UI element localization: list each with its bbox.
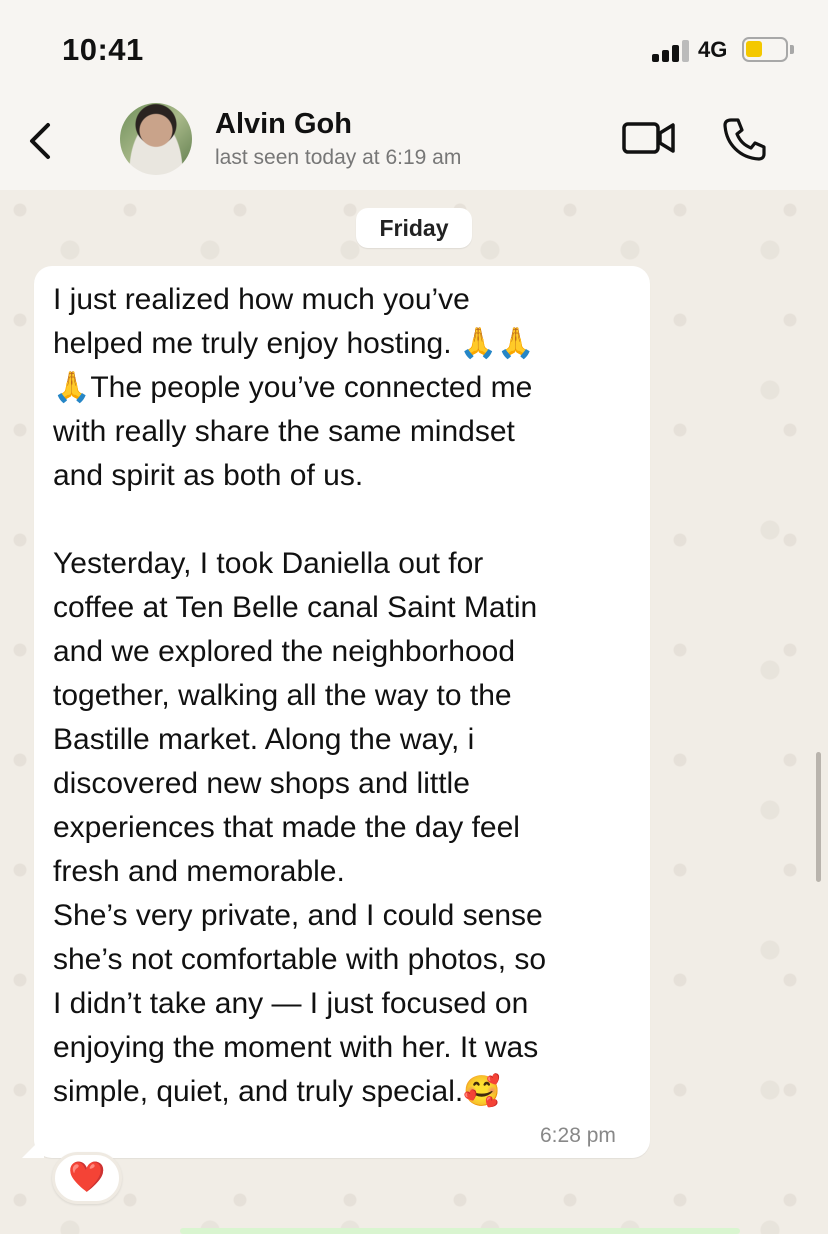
contact-name[interactable]: Alvin Goh xyxy=(215,108,352,141)
date-separator: Friday xyxy=(356,208,472,248)
bubble-tail xyxy=(22,1136,44,1158)
chat-header: Alvin Goh last seen today at 6:19 am xyxy=(0,95,828,190)
bottom-strip xyxy=(180,1228,740,1234)
message-timestamp: 6:28 pm xyxy=(540,1124,616,1147)
network-type: 4G xyxy=(698,37,728,62)
status-time: 10:41 xyxy=(62,32,144,67)
message-text: I just realized how much you’ve helped m… xyxy=(53,283,547,1108)
battery-icon xyxy=(742,37,794,62)
phone-icon[interactable] xyxy=(722,117,766,161)
signal-icon xyxy=(652,40,690,62)
last-seen-status: last seen today at 6:19 am xyxy=(215,146,462,169)
heart-reaction[interactable]: ❤️ xyxy=(52,1152,122,1204)
avatar[interactable] xyxy=(120,103,192,175)
chevron-left-icon[interactable] xyxy=(24,119,60,163)
scrollbar[interactable] xyxy=(816,752,821,882)
status-bar: 10:41 4G xyxy=(0,0,828,95)
video-camera-icon[interactable] xyxy=(622,120,676,156)
